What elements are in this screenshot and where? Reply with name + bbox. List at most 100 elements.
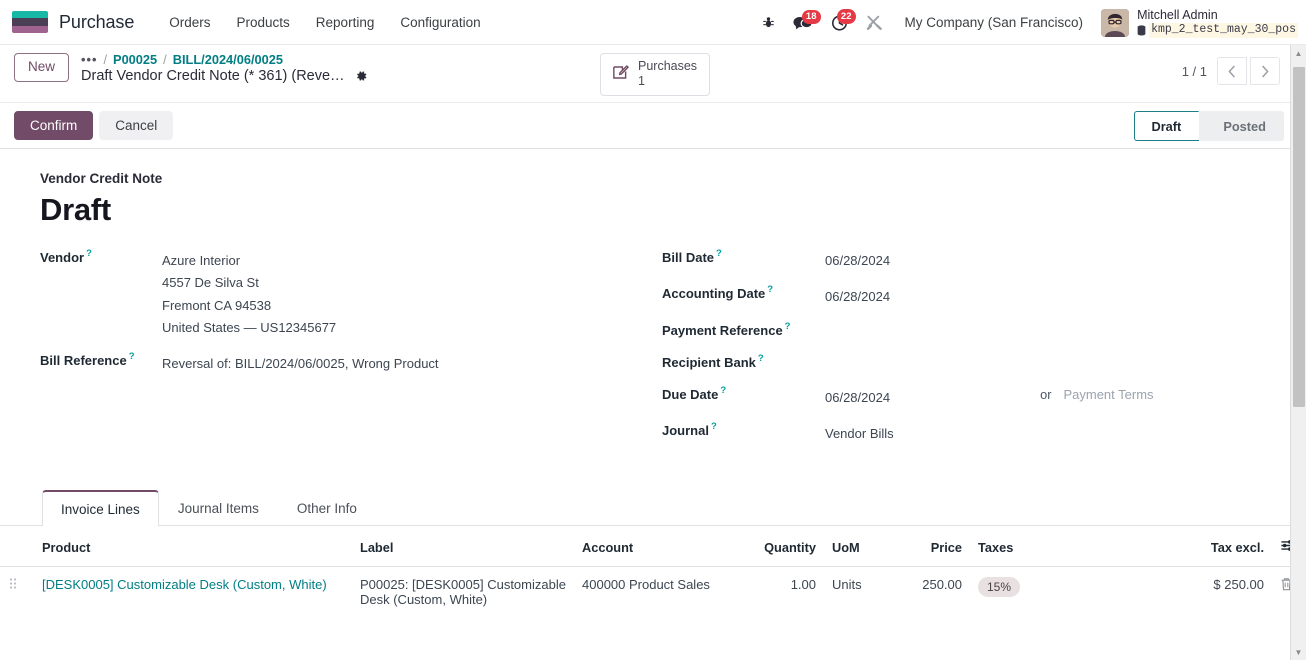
invoice-lines-header: Product Label Account Quantity UoM Price… — [0, 526, 1306, 568]
database-name: kmp_2_test_may_30_pos — [1149, 23, 1298, 38]
form-columns: Vendor ? Azure Interior 4557 De Silva St… — [40, 248, 1266, 459]
menu-products[interactable]: Products — [224, 9, 303, 36]
tools-icon[interactable] — [858, 10, 891, 35]
status-bar: Confirm Cancel Draft Posted — [0, 102, 1306, 149]
cell-label[interactable]: P00025: [DESK0005] Customizable Desk (Cu… — [352, 566, 574, 611]
cell-uom[interactable]: Units — [824, 566, 908, 611]
menu-orders[interactable]: Orders — [156, 9, 223, 36]
stat-button-text: Purchases 1 — [638, 59, 697, 90]
field-payment-reference-value[interactable] — [825, 323, 1045, 341]
help-tooltip-icon[interactable]: ? — [767, 285, 773, 295]
pager: 1 / 1 — [1182, 57, 1280, 85]
help-tooltip-icon[interactable]: ? — [785, 322, 791, 332]
product-link[interactable]: [DESK0005] Customizable Desk (Custom, Wh… — [42, 577, 327, 592]
field-payment-reference-label: Payment Reference ? — [662, 320, 791, 338]
field-vendor-label: Vendor ? — [40, 248, 92, 265]
scroll-down-arrow[interactable]: ▼ — [1291, 644, 1306, 660]
field-journal-value[interactable]: Vendor Bills — [825, 423, 894, 445]
tab-other-info[interactable]: Other Info — [278, 490, 376, 526]
tab-journal-items[interactable]: Journal Items — [159, 490, 278, 526]
vertical-scrollbar[interactable]: ▲ ▼ — [1290, 45, 1306, 660]
database-row: kmp_2_test_may_30_pos — [1137, 23, 1298, 38]
cell-taxes[interactable]: 15% — [970, 566, 1130, 611]
table-row[interactable]: [DESK0005] Customizable Desk (Custom, Wh… — [0, 566, 1306, 611]
col-handle — [0, 526, 34, 568]
breadcrumb-overflow-button[interactable]: ••• — [81, 52, 97, 67]
col-product[interactable]: Product — [34, 526, 352, 568]
avatar — [1101, 8, 1130, 37]
field-journal-label: Journal ? — [662, 421, 717, 439]
help-tooltip-icon[interactable]: ? — [711, 422, 717, 432]
pager-previous-button[interactable] — [1217, 57, 1247, 85]
col-taxes[interactable]: Taxes — [970, 526, 1130, 568]
payment-terms-link[interactable]: Payment Terms — [1063, 387, 1153, 402]
record-title-text: Draft Vendor Credit Note (* 361) (Reve… — [81, 68, 345, 84]
odoo-app-window: Purchase Orders Products Reporting Confi… — [0, 0, 1306, 660]
help-tooltip-icon[interactable]: ? — [129, 352, 135, 362]
menu-reporting[interactable]: Reporting — [303, 9, 388, 36]
odoo-logo-icon — [12, 11, 48, 33]
brand-area[interactable]: Purchase — [12, 11, 134, 33]
record-title: Draft Vendor Credit Note (* 361) (Reve… — [81, 68, 368, 84]
cell-quantity[interactable]: 1.00 — [746, 566, 824, 611]
cancel-button[interactable]: Cancel — [99, 111, 174, 140]
purchases-stat-button[interactable]: Purchases 1 — [600, 53, 711, 96]
form-column-right: Bill Date ? 06/28/2024 Accounting Date ?… — [662, 249, 1262, 459]
breadcrumb-link-bill[interactable]: BILL/2024/06/0025 — [173, 52, 283, 67]
scroll-up-arrow[interactable]: ▲ — [1291, 45, 1306, 61]
stage-draft[interactable]: Draft — [1134, 111, 1200, 141]
help-tooltip-icon[interactable]: ? — [86, 249, 92, 259]
status-stage-widget: Draft Posted — [1134, 111, 1284, 141]
invoice-lines-table: Product Label Account Quantity UoM Price… — [0, 526, 1306, 611]
help-tooltip-icon[interactable]: ? — [758, 354, 764, 364]
invoice-lines-body: [DESK0005] Customizable Desk (Custom, Wh… — [0, 566, 1306, 611]
drag-handle-icon — [8, 578, 18, 594]
col-price[interactable]: Price — [908, 526, 970, 568]
col-quantity[interactable]: Quantity — [746, 526, 824, 568]
col-uom[interactable]: UoM — [824, 526, 908, 568]
help-tooltip-icon[interactable]: ? — [720, 386, 726, 396]
stage-posted[interactable]: Posted — [1199, 111, 1284, 141]
new-button[interactable]: New — [14, 53, 70, 82]
pager-next-button[interactable] — [1250, 57, 1280, 85]
col-tax-excl[interactable]: Tax excl. — [1130, 526, 1272, 568]
field-accounting-date: Accounting Date ? 06/28/2024 — [662, 285, 1262, 308]
cell-tax-excl: $ 250.00 — [1130, 566, 1272, 611]
activities-clock-icon[interactable]: 22 — [823, 9, 856, 35]
form-sheet: Vendor Credit Note Draft Vendor ? Azure … — [0, 149, 1306, 611]
col-label[interactable]: Label — [352, 526, 574, 568]
table-header-row: Product Label Account Quantity UoM Price… — [0, 526, 1306, 568]
user-name: Mitchell Admin — [1137, 7, 1218, 22]
tab-invoice-lines[interactable]: Invoice Lines — [42, 490, 159, 527]
field-vendor: Vendor ? Azure Interior 4557 De Silva St… — [40, 248, 662, 339]
field-accounting-date-value[interactable]: 06/28/2024 — [825, 286, 890, 308]
menu-configuration[interactable]: Configuration — [387, 9, 493, 36]
navbar-systray: 18 22 My Company (San Francisco) Mitchel… — [754, 0, 1298, 45]
field-recipient-bank-value[interactable] — [825, 355, 1045, 373]
messages-icon[interactable]: 18 — [785, 9, 821, 35]
cell-product[interactable]: [DESK0005] Customizable Desk (Custom, Wh… — [34, 566, 352, 611]
gear-icon[interactable] — [354, 69, 368, 83]
vendor-city: Fremont CA 94538 — [162, 297, 272, 313]
confirm-button[interactable]: Confirm — [14, 111, 94, 140]
document-kind-label: Vendor Credit Note — [40, 171, 163, 186]
cell-account[interactable]: 400000 Product Sales — [574, 566, 746, 611]
page-title: Draft — [40, 192, 111, 227]
pager-count: 1 / 1 — [1181, 63, 1207, 79]
breadcrumb-link-purchase-order[interactable]: P00025 — [113, 52, 157, 67]
row-drag-handle[interactable] — [0, 566, 34, 611]
bug-icon[interactable] — [754, 11, 783, 34]
field-vendor-value[interactable]: Azure Interior 4557 De Silva St Fremont … — [162, 250, 336, 339]
col-account[interactable]: Account — [574, 526, 746, 568]
user-menu[interactable]: Mitchell Admin kmp_2_test_may_30_pos — [1097, 8, 1298, 38]
field-due-date-value[interactable]: 06/28/2024 — [825, 387, 890, 409]
company-switcher[interactable]: My Company (San Francisco) — [893, 15, 1096, 30]
scrollbar-thumb[interactable] — [1293, 67, 1305, 407]
help-tooltip-icon[interactable]: ? — [716, 249, 722, 259]
field-bill-reference-value[interactable]: Reversal of: BILL/2024/06/0025, Wrong Pr… — [162, 353, 439, 375]
breadcrumb-trail: ••• / P00025 / BILL/2024/06/0025 — [81, 52, 368, 67]
field-due-date: Due Date ? 06/28/2024 or Payment Terms — [662, 386, 1262, 409]
control-panel: New ••• / P00025 / BILL/2024/06/0025 Dra… — [0, 45, 1306, 102]
field-bill-date-value[interactable]: 06/28/2024 — [825, 250, 890, 272]
cell-price[interactable]: 250.00 — [908, 566, 970, 611]
